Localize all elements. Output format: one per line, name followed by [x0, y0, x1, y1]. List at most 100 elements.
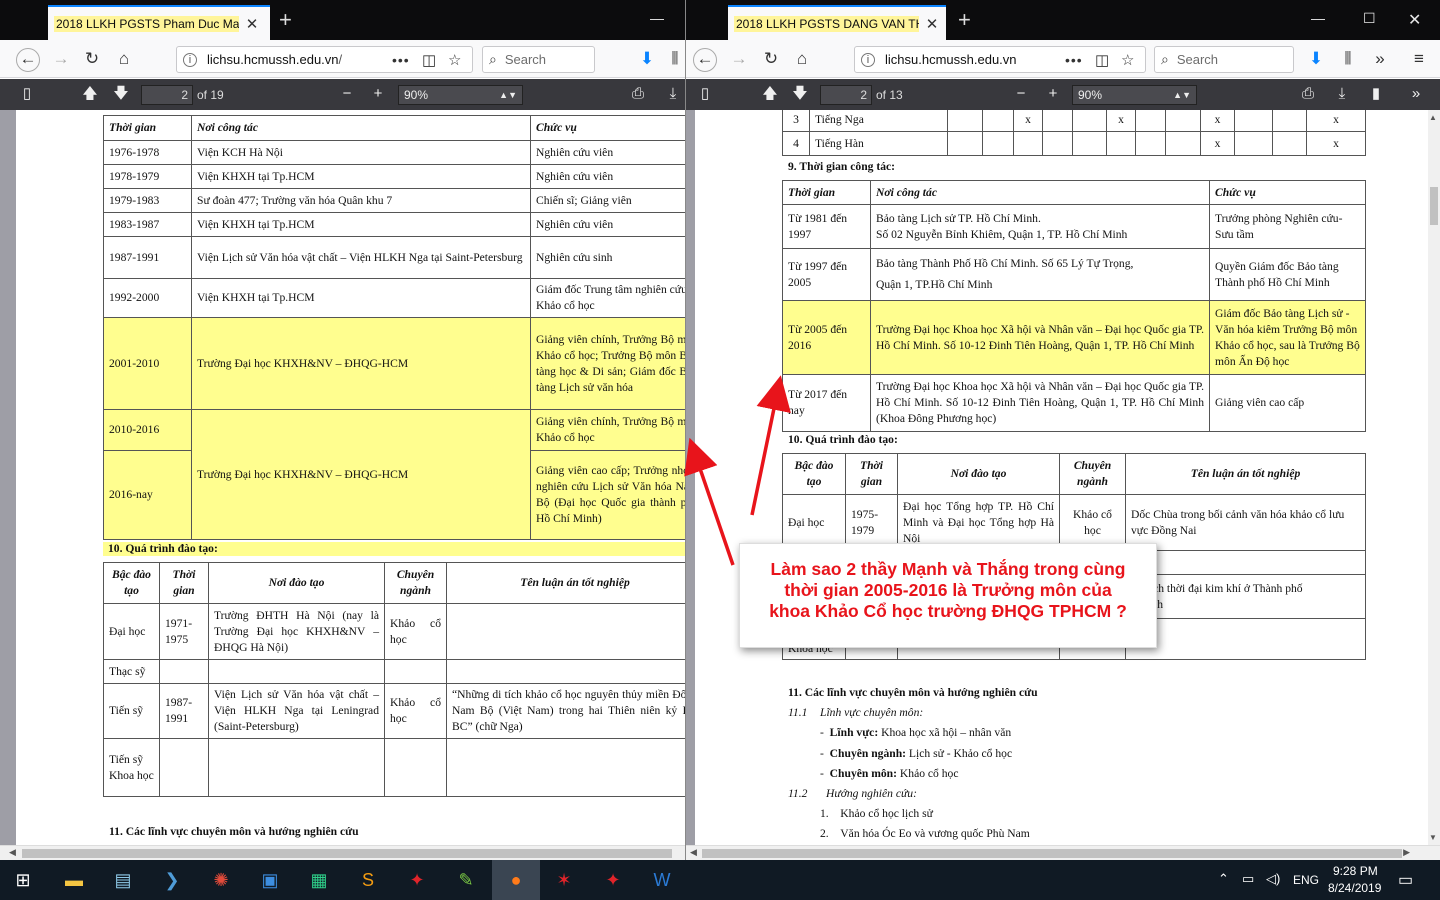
app-blue-icon[interactable]: ▣	[255, 866, 285, 894]
network-icon[interactable]: ▭	[1242, 871, 1254, 887]
minimize-icon[interactable]: —	[1311, 10, 1325, 26]
sublime-icon[interactable]: S	[353, 866, 383, 894]
word-icon[interactable]: W	[647, 866, 677, 894]
powershell-icon[interactable]: ❯	[157, 866, 187, 894]
page-number-input[interactable]: 2	[141, 85, 193, 105]
sidebar-toggle-icon[interactable]: ▯	[17, 85, 37, 103]
reload-icon[interactable]: ↻	[760, 49, 782, 69]
new-tab-icon[interactable]: +	[279, 8, 292, 32]
scroll-down-icon[interactable]: ▼	[1429, 833, 1437, 842]
pdf-viewer[interactable]: Thời gian Nơi công tác Chức vụ 1976-1978…	[0, 110, 685, 845]
scroll-right-icon[interactable]: ▶	[1403, 847, 1410, 858]
pocket-icon[interactable]: ◫	[1095, 51, 1109, 69]
zoom-select[interactable]: 90% ▲▼	[1072, 85, 1197, 105]
page-total: of 13	[876, 88, 903, 102]
search-input[interactable]: ⌕ Search	[482, 46, 595, 73]
url-bar[interactable]: i lichsu.hcmussh.edu.vn / ••• ◫ ☆	[176, 46, 473, 73]
cell-line: g di tích thời đại kim khí ở Thành phố	[1126, 581, 1303, 595]
cell	[1272, 131, 1307, 156]
scroll-thumb[interactable]	[702, 849, 1402, 858]
bookmark-star-icon[interactable]: ☆	[448, 51, 461, 69]
tab-active[interactable]: 2018 LLKH PGSTS Pham Duc Manh ✕	[48, 5, 270, 40]
app-red2-icon[interactable]: ✶	[549, 866, 579, 894]
horizontal-scrollbar[interactable]: ◀	[0, 845, 685, 860]
firefox-icon[interactable]: ●	[492, 860, 540, 900]
clock-time[interactable]: 9:28 PM	[1333, 864, 1378, 878]
tools-icon[interactable]: »	[1406, 85, 1426, 103]
print-icon[interactable]: ⎙	[628, 85, 648, 103]
new-tab-icon[interactable]: +	[958, 8, 971, 32]
search-input[interactable]: ⌕ Search	[1154, 46, 1294, 73]
minimize-icon[interactable]: —	[650, 10, 664, 26]
tray-chevron-icon[interactable]: ⌃	[1218, 871, 1229, 887]
pdf-toolbar: ▯ 🡅 🡇 2 of 19 − + 90% ▲▼ ⎙ ⤓	[0, 79, 685, 110]
bookmark-star-icon[interactable]: ☆	[1121, 51, 1134, 69]
next-page-icon[interactable]: 🡇	[790, 85, 810, 103]
back-icon[interactable]: ←	[16, 48, 40, 72]
tab-active[interactable]: 2018 LLKH PGSTS DANG VAN THANG ✕	[728, 5, 946, 40]
cell: Viện KCH Hà Nội	[191, 140, 531, 165]
page-number-input[interactable]: 2	[820, 85, 872, 105]
forward-icon[interactable]: →	[728, 49, 750, 69]
zoom-in-icon[interactable]: +	[368, 85, 388, 103]
print-icon[interactable]: ⎙	[1298, 85, 1318, 103]
save-icon[interactable]: ⤓	[663, 85, 683, 103]
notifications-icon[interactable]: ▭	[1398, 870, 1413, 890]
reload-icon[interactable]: ↻	[81, 49, 103, 69]
zoom-out-icon[interactable]: −	[337, 85, 357, 103]
horizontal-scrollbar[interactable]: ◀ ▶	[686, 845, 1440, 860]
zoom-out-icon[interactable]: −	[1011, 85, 1031, 103]
scroll-up-icon[interactable]: ▲	[1429, 113, 1437, 122]
download-icon[interactable]: ⬇	[1305, 49, 1327, 69]
forward-icon[interactable]: →	[50, 49, 72, 69]
file-explorer-icon[interactable]: ▬	[59, 866, 89, 894]
prev-page-icon[interactable]: 🡅	[80, 85, 100, 103]
volume-icon[interactable]: ◁)	[1266, 871, 1280, 887]
zoom-in-icon[interactable]: +	[1043, 85, 1063, 103]
overflow-icon[interactable]: »	[1369, 49, 1391, 69]
home-icon[interactable]: ⌂	[791, 49, 813, 69]
pdf-viewer[interactable]: 3 Tiếng Nga xxxx 4 Tiếng Hàn xx 9. Thời …	[686, 110, 1440, 845]
col-header: Nơi đào tạo	[208, 562, 385, 604]
cell	[446, 603, 685, 660]
cell: Thạc sỹ	[103, 659, 160, 684]
sidebar-toggle-icon[interactable]: ▯	[695, 85, 715, 103]
close-tab-icon[interactable]: ✕	[925, 15, 939, 33]
page-actions-icon[interactable]: •••	[1065, 52, 1083, 68]
next-page-icon[interactable]: 🡇	[111, 85, 131, 103]
bookmark-icon[interactable]: ▮	[1366, 85, 1386, 103]
acrobat2-icon[interactable]: ✦	[598, 866, 628, 894]
url-bar[interactable]: i lichsu.hcmussh.edu.vn ••• ◫ ☆	[854, 46, 1146, 73]
app-red-icon[interactable]: ✺	[206, 866, 236, 894]
vertical-scrollbar[interactable]: ▲ ▼	[1428, 110, 1440, 845]
save-icon[interactable]: ⤓	[1332, 85, 1352, 103]
page-actions-icon[interactable]: •••	[392, 52, 410, 68]
pocket-icon[interactable]: ◫	[422, 51, 436, 69]
scroll-left-icon[interactable]: ◀	[9, 847, 16, 858]
info-icon[interactable]: i	[861, 52, 875, 67]
notepadpp-icon[interactable]: ✎	[451, 866, 481, 894]
close-tab-icon[interactable]: ✕	[245, 15, 259, 33]
pycharm-icon[interactable]: ▦	[304, 866, 334, 894]
home-icon[interactable]: ⌂	[113, 49, 135, 69]
library-icon[interactable]: ⫼	[1337, 49, 1359, 69]
close-window-icon[interactable]: ✕	[1408, 10, 1421, 30]
prev-page-icon[interactable]: 🡅	[760, 85, 780, 103]
maximize-icon[interactable]: ☐	[1363, 10, 1376, 27]
scroll-thumb[interactable]	[22, 849, 672, 858]
scroll-left-icon[interactable]: ◀	[690, 847, 697, 858]
zoom-select[interactable]: 90% ▲▼	[398, 85, 523, 105]
back-icon[interactable]: ←	[693, 48, 717, 72]
col-header: Tên luận án tốt nghiệp	[1125, 453, 1366, 495]
scroll-thumb[interactable]	[1430, 187, 1438, 225]
clock-date[interactable]: 8/24/2019	[1328, 881, 1381, 895]
download-icon[interactable]: ⬇	[636, 49, 658, 69]
library-icon[interactable]: ⫼	[664, 49, 685, 69]
windows-start-icon[interactable]: ⊞	[8, 866, 38, 894]
menu-icon[interactable]: ≡	[1408, 49, 1430, 69]
language-indicator[interactable]: ENG	[1293, 873, 1319, 887]
notepad-icon[interactable]: ▤	[108, 866, 138, 894]
info-icon[interactable]: i	[183, 52, 197, 67]
col-header: Thời gian	[782, 180, 871, 205]
acrobat-icon[interactable]: ✦	[402, 866, 432, 894]
